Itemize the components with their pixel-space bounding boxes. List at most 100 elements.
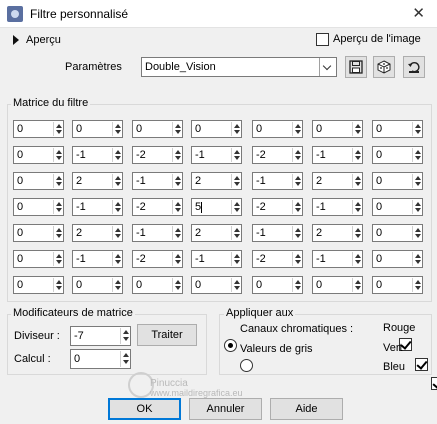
matrix-cell-stepper[interactable] [172,122,181,136]
up-arrow-icon[interactable] [115,228,121,232]
matrix-cell-r2-c5[interactable]: -2 [252,146,303,164]
matrix-cell-r7-c3[interactable]: 0 [132,276,183,294]
up-arrow-icon[interactable] [234,280,240,284]
matrix-cell-r4-c1[interactable]: 0 [13,198,64,216]
matrix-cell-stepper[interactable] [112,148,121,162]
vert-label[interactable]: Vert [383,342,403,354]
matrix-cell-r6-c3[interactable]: -2 [132,250,183,268]
calcul-spinbox[interactable]: 0 [70,349,131,369]
up-arrow-icon[interactable] [295,280,301,284]
up-arrow-icon[interactable] [115,176,121,180]
matrix-cell-r3-c5[interactable]: -1 [252,172,303,190]
matrix-cell-r1-c1[interactable]: 0 [13,120,64,138]
annuler-button[interactable]: Annuler [189,398,262,420]
up-arrow-icon[interactable] [355,150,361,154]
matrix-cell-stepper[interactable] [231,200,240,214]
reset-button[interactable] [403,56,425,78]
matrix-cell-stepper[interactable] [112,252,121,266]
matrix-cell-stepper[interactable] [352,226,361,240]
down-arrow-icon[interactable] [355,234,361,238]
matrix-cell-stepper[interactable] [352,278,361,292]
up-arrow-icon[interactable] [56,202,62,206]
up-arrow-icon[interactable] [355,280,361,284]
matrix-cell-r4-c5[interactable]: -2 [252,198,303,216]
matrix-cell-r6-c5[interactable]: -2 [252,250,303,268]
down-arrow-icon[interactable] [415,182,421,186]
down-arrow-icon[interactable] [234,156,240,160]
up-arrow-icon[interactable] [415,280,421,284]
matrix-cell-stepper[interactable] [53,252,62,266]
matrix-cell-stepper[interactable] [172,226,181,240]
apercu-label[interactable]: Aperçu [26,34,61,46]
matrix-cell-stepper[interactable] [53,122,62,136]
matrix-cell-stepper[interactable] [412,148,421,162]
up-arrow-icon[interactable] [415,228,421,232]
down-arrow-icon[interactable] [355,156,361,160]
up-arrow-icon[interactable] [115,254,121,258]
up-arrow-icon[interactable] [295,254,301,258]
matrix-cell-stepper[interactable] [231,278,240,292]
up-arrow-icon[interactable] [234,254,240,258]
up-arrow-icon[interactable] [115,202,121,206]
up-arrow-icon[interactable] [56,280,62,284]
up-arrow-icon[interactable] [415,202,421,206]
matrix-cell-stepper[interactable] [53,200,62,214]
down-arrow-icon[interactable] [115,182,121,186]
down-arrow-icon[interactable] [355,130,361,134]
up-arrow-icon[interactable] [175,280,181,284]
matrix-cell-stepper[interactable] [412,278,421,292]
matrix-cell-stepper[interactable] [231,226,240,240]
up-arrow-icon[interactable] [234,176,240,180]
up-arrow-icon[interactable] [175,150,181,154]
matrix-cell-r3-c3[interactable]: -1 [132,172,183,190]
ok-button[interactable]: OK [108,398,181,420]
down-arrow-icon[interactable] [415,208,421,212]
matrix-cell-stepper[interactable] [292,278,301,292]
matrix-cell-r3-c1[interactable]: 0 [13,172,64,190]
matrix-cell-r5-c5[interactable]: -1 [252,224,303,242]
up-arrow-icon[interactable] [295,176,301,180]
rouge-label[interactable]: Rouge [383,322,415,334]
down-arrow-icon[interactable] [115,130,121,134]
matrix-cell-r1-c7[interactable]: 0 [372,120,423,138]
matrix-cell-stepper[interactable] [231,122,240,136]
matrix-cell-r1-c4[interactable]: 0 [191,120,242,138]
down-arrow-icon[interactable] [56,260,62,264]
up-arrow-icon[interactable] [234,202,240,206]
matrix-cell-stepper[interactable] [352,200,361,214]
up-arrow-icon[interactable] [175,228,181,232]
matrix-cell-r2-c3[interactable]: -2 [132,146,183,164]
up-arrow-icon[interactable] [115,124,121,128]
down-arrow-icon[interactable] [295,208,301,212]
traiter-button[interactable]: Traiter [137,324,197,346]
matrix-cell-stepper[interactable] [172,278,181,292]
diviseur-spinbox[interactable]: -7 [70,326,131,346]
matrix-cell-r4-c2[interactable]: -1 [72,198,123,216]
down-arrow-icon[interactable] [123,337,129,341]
up-arrow-icon[interactable] [56,254,62,258]
down-arrow-icon[interactable] [56,156,62,160]
matrix-cell-stepper[interactable] [231,174,240,188]
up-arrow-icon[interactable] [415,124,421,128]
up-arrow-icon[interactable] [175,202,181,206]
matrix-cell-r3-c2[interactable]: 2 [72,172,123,190]
matrix-cell-r6-c2[interactable]: -1 [72,250,123,268]
up-arrow-icon[interactable] [355,202,361,206]
up-arrow-icon[interactable] [234,150,240,154]
up-arrow-icon[interactable] [295,202,301,206]
down-arrow-icon[interactable] [415,156,421,160]
matrix-cell-stepper[interactable] [112,226,121,240]
down-arrow-icon[interactable] [295,234,301,238]
matrix-cell-r5-c4[interactable]: 2 [191,224,242,242]
up-arrow-icon[interactable] [115,280,121,284]
down-arrow-icon[interactable] [56,234,62,238]
bleu-label[interactable]: Bleu [383,361,405,373]
up-arrow-icon[interactable] [175,124,181,128]
matrix-cell-r2-c4[interactable]: -1 [191,146,242,164]
matrix-cell-r6-c1[interactable]: 0 [13,250,64,268]
matrix-cell-stepper[interactable] [112,200,121,214]
canaux-label[interactable]: Canaux chromatiques : [240,323,353,335]
matrix-cell-stepper[interactable] [112,278,121,292]
down-arrow-icon[interactable] [234,260,240,264]
matrix-cell-stepper[interactable] [412,252,421,266]
